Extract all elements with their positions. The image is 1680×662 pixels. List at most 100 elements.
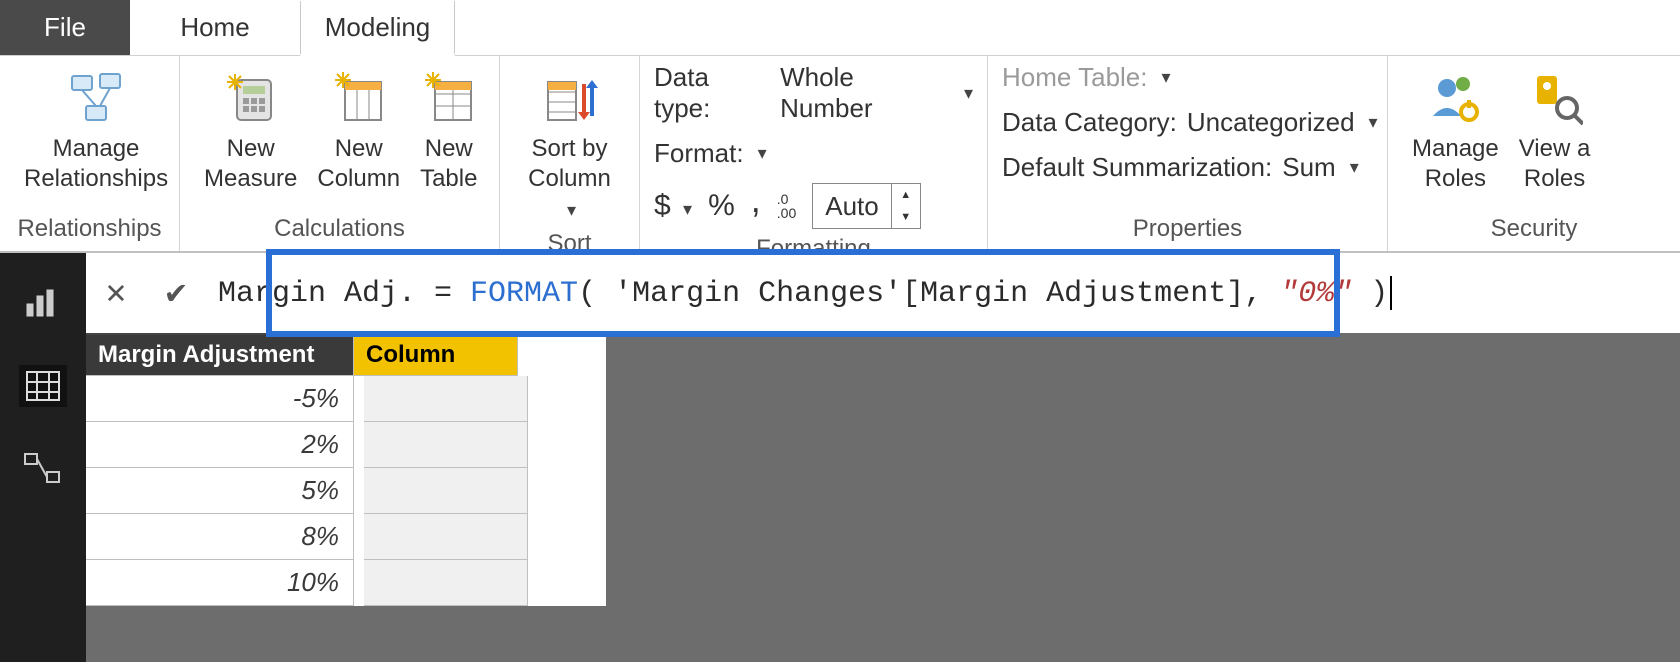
manage-relationships-label: Manage Relationships [24,134,168,194]
data-category-value: Uncategorized [1187,107,1355,138]
data-category-label: Data Category: [1002,107,1177,138]
cell-value: 2% [86,422,354,468]
data-grid: Margin Adjustment Column -5% 2% 5% 8% 10… [86,333,606,606]
new-table-icon [421,70,477,126]
group-relationships-label: Relationships [0,209,179,251]
thousands-button[interactable]: , [751,179,761,221]
chevron-down-icon: ▾ [1350,157,1359,178]
formula-string: "0%" [1280,276,1352,310]
manage-roles-button[interactable]: Manage Roles [1402,64,1509,194]
new-table-label: New Table [420,134,477,194]
cancel-formula-button[interactable]: ✕ [86,253,146,333]
chevron-down-icon: ▾ [1369,112,1378,133]
group-relationships: Manage Relationships Relationships [0,56,180,251]
tab-home[interactable]: Home [130,0,300,55]
spinner[interactable]: ▲▼ [891,184,920,228]
grid-header-margin-adjustment[interactable]: Margin Adjustment [86,335,354,376]
home-table-label: Home Table: [1002,62,1148,93]
new-measure-icon [223,70,279,126]
roles-icon [1427,70,1483,126]
model-view-button[interactable] [19,449,67,491]
sort-icon [542,70,598,126]
new-column-label: New Column [317,134,400,194]
default-summarization-dropdown[interactable]: Default Summarization: Sum ▾ [1002,152,1359,183]
decimal-places-input[interactable]: Auto ▲▼ [812,183,921,229]
chevron-down-icon: ▾ [683,199,692,219]
tab-strip: File Home Modeling [0,0,1680,56]
format-dropdown[interactable]: Format: ▾ [654,138,767,169]
tab-file[interactable]: File [0,0,130,55]
formula-arg1: 'Margin Changes'[Margin Adjustment], [596,276,1280,310]
chevron-down-icon: ▾ [964,83,973,104]
table-row[interactable]: 8% [86,514,606,560]
relationships-icon [68,70,124,126]
sort-by-column-label: Sort by Column ▾ [524,134,615,224]
cell-value: 8% [86,514,354,560]
view-rail [0,253,86,662]
default-sum-label: Default Summarization: [1002,152,1272,183]
group-sort: Sort by Column ▾ Sort [500,56,640,251]
data-category-dropdown[interactable]: Data Category: Uncategorized ▾ [1002,107,1378,138]
formula-bar: ✕ ✔ Margin Adj. = FORMAT( 'Margin Change… [86,253,1680,333]
new-measure-label: New Measure [204,134,297,194]
chevron-down-icon: ▾ [758,143,767,164]
group-properties-label: Properties [988,209,1387,251]
cell-empty [364,376,528,422]
cell-value: -5% [86,376,354,422]
spin-up-icon[interactable]: ▲ [892,184,920,206]
cell-empty [364,514,528,560]
formula-close: ) [1352,276,1388,310]
formula-lhs: Margin Adj. = [218,276,470,310]
new-column-icon [331,70,387,126]
format-label: Format: [654,138,744,169]
view-as-roles-button[interactable]: View a Roles [1509,64,1601,194]
chevron-down-icon: ▾ [1162,67,1171,88]
view-as-roles-label: View a Roles [1519,134,1591,194]
cell-empty [364,468,528,514]
formula-open: ( [578,276,596,310]
cell-value: 5% [86,468,354,514]
group-security: Manage Roles View a Roles Security [1388,56,1680,251]
cell-empty [364,560,528,606]
report-view-button[interactable] [19,281,67,323]
decimal-places-value: Auto [813,191,891,222]
new-measure-button[interactable]: New Measure [194,64,307,194]
new-table-button[interactable]: New Table [410,64,487,194]
group-security-label: Security [1388,209,1680,251]
formula-input[interactable]: Margin Adj. = FORMAT( 'Margin Changes'[M… [206,276,1680,311]
ribbon: Manage Relationships Relationships New M… [0,56,1680,253]
sort-by-column-button[interactable]: Sort by Column ▾ [514,64,625,224]
tab-modeling[interactable]: Modeling [300,1,455,56]
table-row[interactable]: -5% [86,376,606,422]
group-calculations: New Measure New Column New Table Calcula… [180,56,500,251]
table-row[interactable]: 10% [86,560,606,606]
view-roles-icon [1527,70,1583,126]
data-type-label: Data type: [654,62,770,124]
chevron-down-icon: ▾ [567,200,576,220]
table-row[interactable]: 2% [86,422,606,468]
currency-button[interactable]: $ ▾ [654,189,692,223]
cell-empty [364,422,528,468]
grid-header-row: Margin Adjustment Column [86,335,606,376]
grid-header-column[interactable]: Column [354,335,518,376]
data-type-value: Whole Number [780,62,950,124]
data-view-button[interactable] [19,365,67,407]
spin-down-icon[interactable]: ▼ [892,206,920,228]
manage-relationships-button[interactable]: Manage Relationships [14,64,178,194]
data-type-dropdown[interactable]: Data type: Whole Number ▾ [654,62,973,124]
group-formatting: Data type: Whole Number ▾ Format: ▾ $ ▾ … [640,56,988,251]
decimals-icon: .0 .00 [777,192,796,220]
default-sum-value: Sum [1282,152,1335,183]
group-calculations-label: Calculations [180,209,499,251]
home-table-dropdown[interactable]: Home Table: ▾ [1002,62,1171,93]
workspace: ✕ ✔ Margin Adj. = FORMAT( 'Margin Change… [86,253,1680,662]
group-properties: Home Table: ▾ Data Category: Uncategoriz… [988,56,1388,251]
percent-button[interactable]: % [708,189,735,223]
text-cursor [1390,276,1392,310]
accept-formula-button[interactable]: ✔ [146,253,206,333]
new-column-button[interactable]: New Column [307,64,410,194]
cell-value: 10% [86,560,354,606]
manage-roles-label: Manage Roles [1412,134,1499,194]
formula-func: FORMAT [470,276,578,310]
table-row[interactable]: 5% [86,468,606,514]
